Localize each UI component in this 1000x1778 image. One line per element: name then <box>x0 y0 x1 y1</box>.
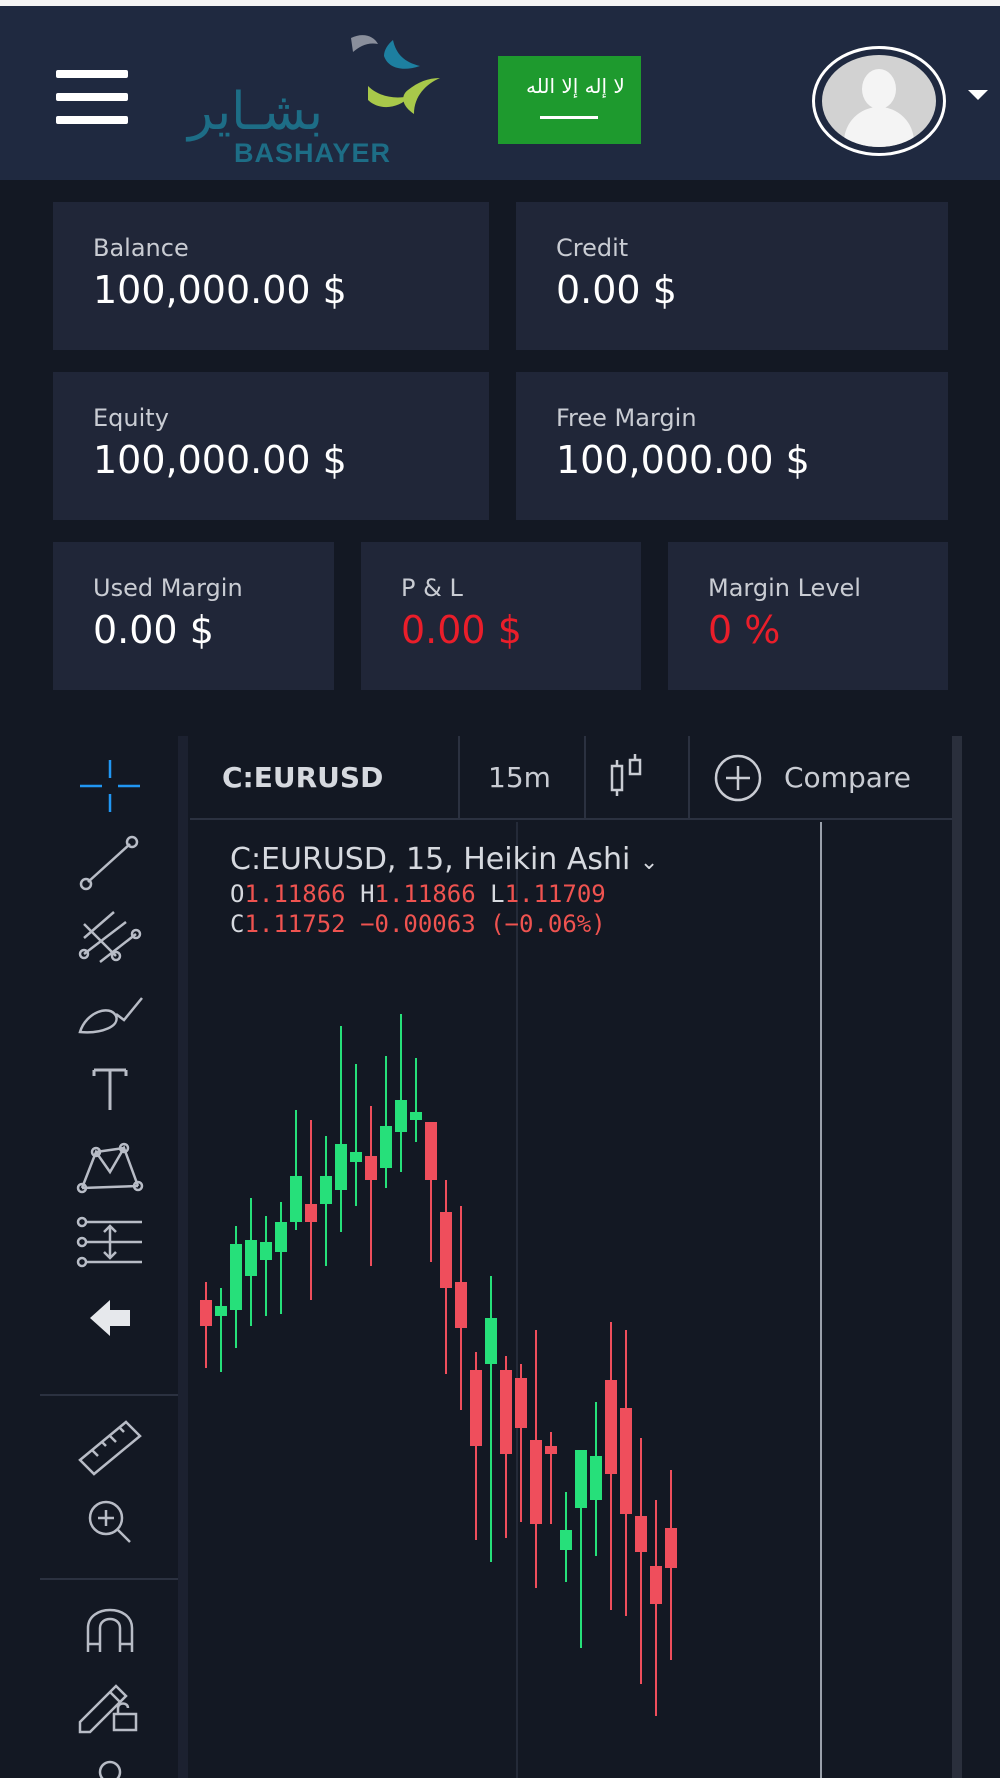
pnl-label: P & L <box>401 574 463 602</box>
flag-script: لا إله إلا الله <box>526 74 625 98</box>
magnet-icon[interactable] <box>70 1598 150 1658</box>
candle-body <box>260 1242 272 1260</box>
candle-body <box>650 1566 662 1604</box>
equity-label: Equity <box>93 404 169 432</box>
legend-ohl: O1.11866 H1.11866 L1.11709 <box>230 880 606 908</box>
candle-body <box>380 1126 392 1168</box>
hamburger-menu-icon[interactable] <box>56 70 128 124</box>
text-icon[interactable] <box>70 1060 150 1120</box>
free-margin-value: 100,000.00 $ <box>556 438 810 482</box>
legend-h-value: 1.11866 <box>374 880 476 908</box>
bashayer-logo[interactable]: بشـاير BASHAYER <box>188 30 444 170</box>
candle-body <box>290 1176 302 1222</box>
candle-body <box>515 1378 527 1428</box>
candle-body <box>275 1222 287 1252</box>
candle-body <box>575 1450 587 1508</box>
flag-sword-icon <box>540 116 598 119</box>
candle-body <box>320 1176 332 1204</box>
legend-l-label: L <box>490 880 505 908</box>
candle-body <box>665 1528 677 1568</box>
free-margin-label: Free Margin <box>556 404 697 432</box>
chart-scrollbar[interactable] <box>952 736 962 1778</box>
candle-body <box>230 1244 242 1310</box>
pnl-value: 0.00 $ <box>401 608 522 652</box>
brush-icon[interactable] <box>70 984 150 1044</box>
candle-body <box>500 1370 512 1454</box>
lock-drawing-icon[interactable] <box>70 1674 150 1734</box>
logo-arabic-text: بشـاير <box>188 82 324 142</box>
credit-card: Credit 0.00 $ <box>516 202 948 350</box>
candle-body <box>440 1212 452 1288</box>
candle-body <box>620 1408 632 1514</box>
legend-c-value: 1.11752 <box>244 910 346 938</box>
candle-body <box>410 1112 422 1120</box>
candle-body <box>470 1370 482 1446</box>
candle-body <box>560 1530 572 1550</box>
trading-chart-widget: C:EURUSD 15m Compare C:EURUSD, 15, Heiki… <box>40 736 962 1778</box>
ruler-icon[interactable] <box>70 1416 150 1476</box>
candle-body <box>335 1144 347 1190</box>
used-margin-card: Used Margin 0.00 $ <box>53 542 334 690</box>
candle-body <box>350 1152 362 1162</box>
pitchfork-icon[interactable] <box>70 908 150 968</box>
equity-card: Equity 100,000.00 $ <box>53 372 489 520</box>
balance-value: 100,000.00 $ <box>93 268 347 312</box>
legend-close: C1.11752 −0.00063 (−0.06%) <box>230 910 606 938</box>
equity-value: 100,000.00 $ <box>93 438 347 482</box>
pnl-card: P & L 0.00 $ <box>361 542 641 690</box>
candle-body <box>425 1122 437 1180</box>
toolbar-border <box>178 736 188 1778</box>
legend-title[interactable]: C:EURUSD, 15, Heikin Ashi ⌄ <box>230 842 658 877</box>
candle-body <box>200 1300 212 1326</box>
candle-body <box>245 1240 257 1276</box>
credit-label: Credit <box>556 234 629 262</box>
credit-value: 0.00 $ <box>556 268 677 312</box>
pattern-icon[interactable] <box>70 1136 150 1196</box>
toolbar-divider <box>40 1578 178 1580</box>
user-avatar-icon[interactable] <box>812 46 946 156</box>
legend-change: −0.00063 (−0.06%) <box>360 910 606 938</box>
free-margin-card: Free Margin 100,000.00 $ <box>516 372 948 520</box>
legend-chevron-icon[interactable]: ⌄ <box>640 850 658 875</box>
drawing-toolbar <box>40 736 178 1778</box>
logo-text: BASHAYER <box>234 138 392 168</box>
measure-levels-icon[interactable] <box>70 1212 150 1272</box>
chart-panel[interactable]: C:EURUSD 15m Compare C:EURUSD, 15, Heiki… <box>190 736 952 1778</box>
candle-body <box>590 1456 602 1500</box>
legend-o-label: O <box>230 880 245 908</box>
balance-label: Balance <box>93 234 189 262</box>
candle-body <box>455 1282 467 1328</box>
more-tools-icon[interactable] <box>70 1748 150 1778</box>
margin-level-label: Margin Level <box>708 574 861 602</box>
crosshair-icon[interactable] <box>70 756 150 816</box>
candle-body <box>635 1516 647 1552</box>
candle-body <box>215 1306 227 1316</box>
candle-body <box>485 1318 497 1364</box>
app-header: بشـاير BASHAYER لا إله إلا الله <box>0 6 1000 180</box>
used-margin-value: 0.00 $ <box>93 608 214 652</box>
legend-c-label: C <box>230 910 245 938</box>
trend-line-icon[interactable] <box>70 832 150 892</box>
candle-body <box>530 1440 542 1524</box>
legend-symbol: C:EURUSD, 15, Heikin Ashi <box>230 842 631 877</box>
candle-body <box>395 1100 407 1132</box>
candle-body <box>605 1380 617 1474</box>
legend-h-label: H <box>360 880 375 908</box>
caret-down-icon[interactable] <box>968 90 988 100</box>
legend-l-value: 1.11709 <box>504 880 606 908</box>
zoom-in-icon[interactable] <box>70 1492 150 1552</box>
candle-body <box>305 1204 317 1222</box>
toolbar-divider <box>40 1394 178 1396</box>
back-arrow-icon[interactable] <box>70 1288 150 1348</box>
candle-body <box>545 1446 557 1454</box>
saudi-arabia-flag[interactable]: لا إله إلا الله <box>498 56 641 144</box>
candle-body <box>365 1156 377 1180</box>
used-margin-label: Used Margin <box>93 574 243 602</box>
margin-level-value: 0 % <box>708 608 781 652</box>
margin-level-card: Margin Level 0 % <box>668 542 948 690</box>
legend-o-value: 1.11866 <box>244 880 346 908</box>
balance-card: Balance 100,000.00 $ <box>53 202 489 350</box>
